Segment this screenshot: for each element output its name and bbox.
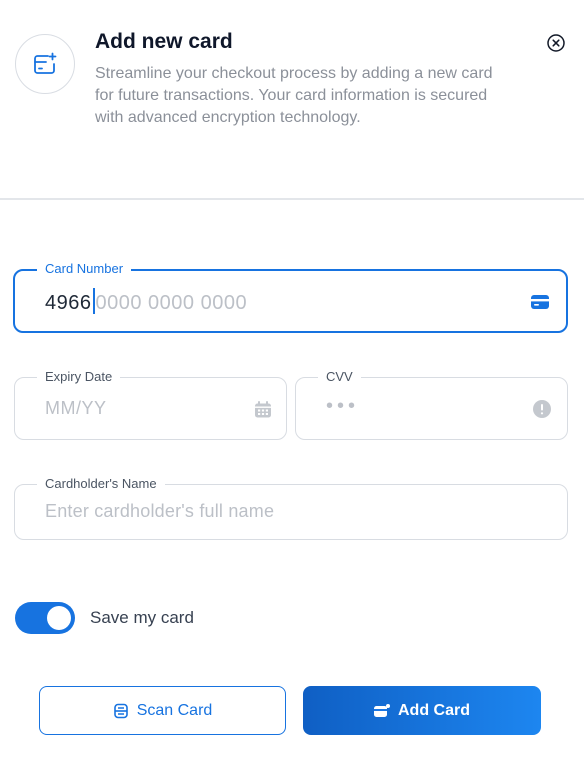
cvv-label: CVV	[318, 369, 361, 385]
expiry-date-input[interactable]: MM/YY	[45, 398, 107, 419]
cardholder-name-input[interactable]: Enter cardholder's full name	[45, 501, 274, 522]
toggle-knob	[47, 606, 71, 630]
save-card-toggle[interactable]	[15, 602, 75, 634]
credit-card-icon	[530, 294, 550, 310]
info-circle-icon[interactable]	[533, 400, 551, 418]
scan-card-button[interactable]: Scan Card	[39, 686, 286, 735]
card-number-label: Card Number	[37, 261, 132, 277]
card-number-field[interactable]: Card Number 4966 0000 0000 0000	[13, 261, 568, 333]
expiry-date-label: Expiry Date	[37, 369, 121, 385]
add-card-button[interactable]: Add Card	[303, 686, 541, 735]
save-card-label: Save my card	[90, 608, 194, 627]
close-circle-icon	[547, 34, 565, 52]
card-number-input[interactable]: 4966 0000 0000 0000	[45, 288, 247, 315]
calendar-icon	[254, 400, 272, 418]
cvv-field[interactable]: CVV •••	[295, 369, 568, 440]
page-subtitle: Streamline your checkout process by addi…	[95, 65, 493, 126]
cardholder-name-label: Cardholder's Name	[37, 476, 165, 492]
card-number-mask: 0000 0000 0000	[95, 292, 248, 314]
cardholder-name-field[interactable]: Cardholder's Name Enter cardholder's ful…	[14, 476, 568, 540]
expiry-date-field[interactable]: Expiry Date MM/YY	[14, 369, 287, 440]
scan-card-label: Scan Card	[136, 701, 213, 719]
card-add-icon	[15, 34, 75, 94]
scan-icon	[113, 703, 128, 718]
page-title: Add new card	[95, 30, 233, 53]
card-number-typed: 4966	[45, 292, 92, 314]
header-divider	[0, 198, 584, 200]
cvv-input[interactable]: •••	[326, 395, 359, 418]
text-caret	[92, 288, 95, 314]
close-button[interactable]	[546, 33, 566, 53]
card-add-small-icon	[374, 703, 390, 717]
add-card-label: Add Card	[398, 701, 470, 719]
